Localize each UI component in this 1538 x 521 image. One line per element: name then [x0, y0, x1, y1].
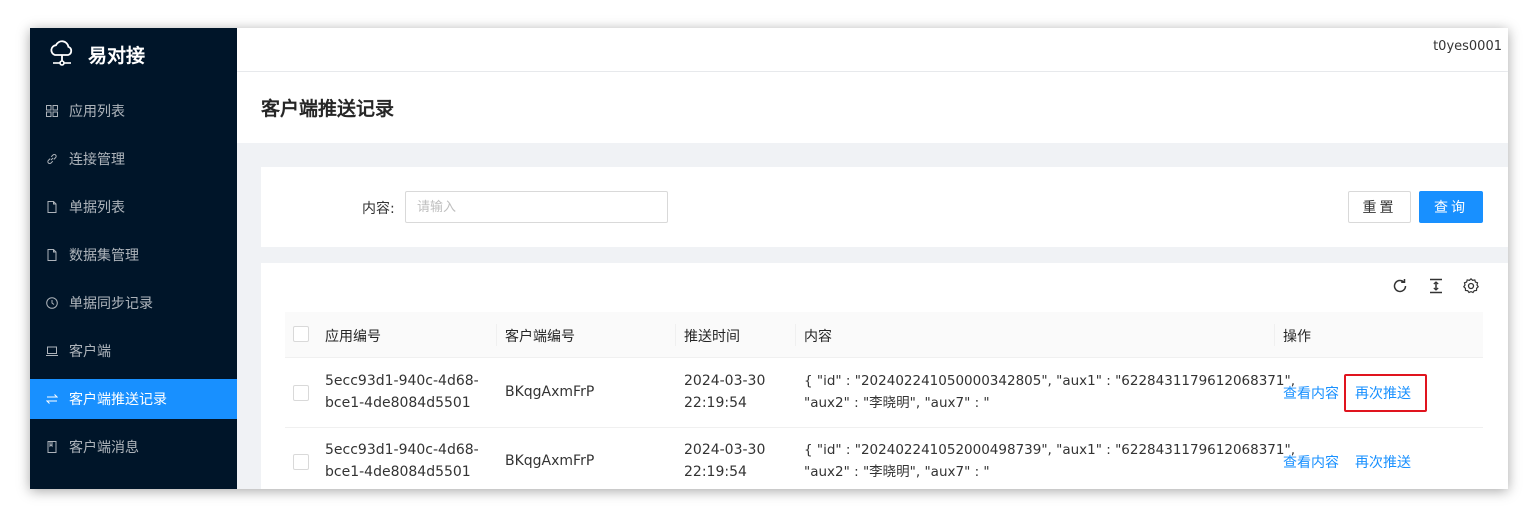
reload-icon[interactable]	[1391, 277, 1409, 295]
select-all-checkbox[interactable]	[293, 326, 309, 342]
column-header-push-time[interactable]: 推送时间	[684, 326, 740, 346]
sidebar-item-client-push-records[interactable]: 客户端推送记录	[30, 379, 237, 419]
sidebar-item-app-list[interactable]: 应用列表	[30, 91, 237, 131]
table-row: 5ecc93d1-940c-4d68- bce1-4de8084d5501 BK…	[285, 428, 1483, 489]
sidebar-item-label: 客户端消息	[69, 440, 139, 456]
column-header-actions: 操作	[1283, 329, 1311, 345]
app-name: 易对接	[88, 44, 146, 67]
sidebar-item-label: 客户端	[69, 344, 111, 360]
row-checkbox[interactable]	[293, 385, 309, 401]
file-icon	[46, 201, 58, 213]
highlight-box	[1344, 374, 1427, 412]
sidebar-item-connection[interactable]: 连接管理	[30, 139, 237, 179]
column-height-icon[interactable]	[1427, 277, 1445, 295]
sidebar-item-label: 客户端推送记录	[69, 392, 167, 408]
sidebar-item-dataset[interactable]: 数据集管理	[30, 235, 237, 275]
table-header: 应用编号 客户端编号 推送时间 内容 操作	[285, 312, 1483, 358]
view-content-link[interactable]: 查看内容	[1283, 452, 1339, 472]
content-cell: "aux2" : "李晓明", "aux7" : "	[804, 395, 990, 411]
app-id-cell: bce1-4de8084d5501	[325, 464, 471, 480]
push-time-cell: 22:19:54	[684, 464, 747, 480]
page-title: 客户端推送记录	[261, 98, 395, 120]
clock-icon	[46, 297, 58, 309]
row-checkbox[interactable]	[293, 454, 309, 470]
table-row: 5ecc93d1-940c-4d68- bce1-4de8084d5501 BK…	[285, 359, 1483, 428]
push-date-cell: 2024-03-30	[684, 442, 766, 458]
records-table-card: 应用编号 客户端编号 推送时间 内容 操作 5ecc93d1-940c-4d68…	[261, 263, 1508, 489]
page-header: 客户端推送记录	[237, 72, 1508, 143]
client-id-cell: BKqgAxmFrP	[505, 453, 595, 469]
column-divider	[675, 324, 676, 346]
column-divider	[795, 324, 796, 346]
app-id-cell: 5ecc93d1-940c-4d68-	[325, 442, 479, 458]
link-icon	[46, 153, 58, 165]
cloud-network-icon	[50, 40, 73, 66]
book-icon	[46, 441, 58, 453]
user-name[interactable]: t0yes0001	[1433, 39, 1502, 54]
app-window: 易对接 应用列表 连接管理 单据列表 数据集管理 单据同步记录 客户端 客户端推…	[30, 28, 1508, 489]
logo[interactable]: 易对接	[30, 28, 237, 80]
repush-link[interactable]: 再次推送	[1355, 452, 1411, 472]
content-cell: "aux2" : "李晓明", "aux7" : "	[804, 464, 990, 480]
sidebar-item-label: 数据集管理	[69, 248, 139, 264]
push-date-cell: 2024-03-30	[684, 373, 766, 389]
app-id-cell: 5ecc93d1-940c-4d68-	[325, 373, 479, 389]
top-header: t0yes0001	[237, 28, 1508, 71]
file-icon	[46, 249, 58, 261]
column-header-client-id[interactable]: 客户端编号	[505, 326, 575, 346]
sidebar-item-label: 单据列表	[69, 200, 125, 216]
app-id-cell: bce1-4de8084d5501	[325, 395, 471, 411]
laptop-icon	[46, 345, 58, 357]
swap-icon	[46, 393, 58, 405]
sidebar-item-client[interactable]: 客户端	[30, 331, 237, 371]
content-cell: { "id" : "202402241052000498739", "aux1"…	[804, 442, 1295, 458]
column-header-content[interactable]: 内容	[804, 326, 832, 346]
column-header-app-id[interactable]: 应用编号	[325, 326, 381, 346]
query-button[interactable]: 查询	[1419, 191, 1483, 223]
content-label: 内容:	[362, 201, 395, 217]
content-search-input[interactable]	[405, 191, 668, 223]
sidebar-item-label: 单据同步记录	[69, 296, 153, 312]
reset-button[interactable]: 重置	[1348, 191, 1411, 223]
sidebar: 易对接 应用列表 连接管理 单据列表 数据集管理 单据同步记录 客户端 客户端推…	[30, 28, 237, 489]
search-form: 内容: 重置 查询	[261, 167, 1508, 247]
sidebar-item-label: 连接管理	[69, 152, 125, 168]
client-id-cell: BKqgAxmFrP	[505, 384, 595, 400]
column-divider	[496, 324, 497, 346]
column-divider	[1274, 324, 1275, 346]
view-content-link[interactable]: 查看内容	[1283, 383, 1339, 403]
sidebar-item-document-list[interactable]: 单据列表	[30, 187, 237, 227]
grid-icon	[46, 105, 58, 117]
sidebar-item-sync-records[interactable]: 单据同步记录	[30, 283, 237, 323]
sidebar-item-client-messages[interactable]: 客户端消息	[30, 427, 237, 467]
push-time-cell: 22:19:54	[684, 395, 747, 411]
content-cell: { "id" : "202402241050000342805", "aux1"…	[804, 373, 1295, 389]
sidebar-item-label: 应用列表	[69, 104, 125, 120]
setting-icon[interactable]	[1462, 277, 1480, 295]
